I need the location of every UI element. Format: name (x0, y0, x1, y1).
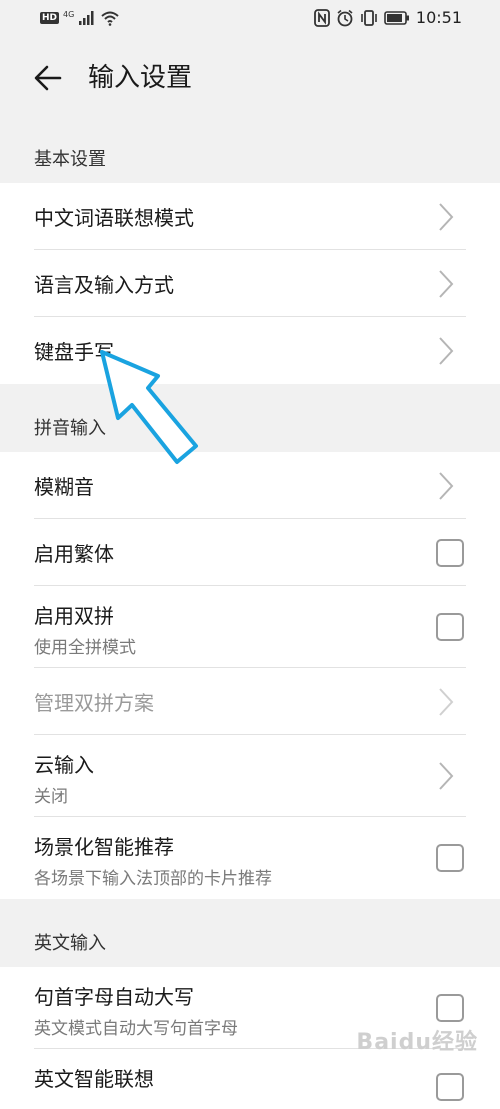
item-label: 启用双拼 (34, 604, 114, 628)
section-header-pinyin: 拼音输入 (0, 384, 500, 452)
item-sublabel: 各场景下输入法顶部的卡片推荐 (34, 869, 272, 889)
list-item-scene-recommend[interactable]: 场景化智能推荐 各场景下输入法顶部的卡片推荐 (0, 817, 500, 899)
vibrate-icon (361, 9, 377, 26)
list-item-cloud-input[interactable]: 云输入 关闭 (0, 735, 500, 817)
item-label: 启用繁体 (34, 542, 114, 566)
traditional-checkbox[interactable] (436, 539, 464, 567)
network-type: 4G (63, 9, 75, 19)
chevron-right-icon (439, 337, 454, 365)
item-label: 场景化智能推荐 (34, 835, 174, 859)
chevron-right-icon (439, 472, 454, 500)
chevron-right-icon (439, 762, 454, 790)
item-label: 键盘手写 (34, 340, 114, 364)
item-label: 模糊音 (34, 475, 94, 499)
item-sublabel: 英文模式自动大写句首字母 (34, 1019, 238, 1039)
item-label: 中文词语联想模式 (34, 206, 194, 230)
page-title: 输入设置 (88, 63, 193, 93)
nfc-icon (313, 8, 330, 27)
section-header-english: 英文输入 (0, 899, 500, 967)
auto-capitalize-checkbox[interactable] (436, 994, 464, 1022)
section-title: 基本设置 (34, 149, 106, 170)
wifi-icon (101, 11, 119, 26)
item-label: 英文智能联想 (34, 1067, 154, 1091)
list-item-fuzzy-pinyin[interactable]: 模糊音 (0, 452, 500, 519)
shuangpin-checkbox[interactable] (436, 613, 464, 641)
arrow-left-icon (34, 65, 62, 91)
item-label: 云输入 (34, 753, 94, 777)
item-label: 语言及输入方式 (34, 273, 174, 297)
list-item-traditional-chinese[interactable]: 启用繁体 (0, 519, 500, 586)
chevron-right-icon (439, 203, 454, 231)
english-association-checkbox[interactable] (436, 1073, 464, 1101)
battery-icon (384, 10, 409, 25)
list-item-english-association[interactable]: 英文智能联想 (0, 1049, 500, 1109)
section-title: 拼音输入 (34, 418, 106, 439)
section-header-basic: 基本设置 (0, 115, 500, 183)
item-label: 句首字母自动大写 (34, 985, 194, 1009)
list-item-chinese-word-association[interactable]: 中文词语联想模式 (0, 183, 500, 250)
list-item-shuangpin[interactable]: 启用双拼 使用全拼模式 (0, 586, 500, 668)
item-sublabel: 关闭 (34, 787, 68, 807)
list-item-language-input-method[interactable]: 语言及输入方式 (0, 250, 500, 317)
app-header: 输入设置 (0, 40, 500, 115)
signal-icon (79, 11, 94, 25)
scene-recommend-checkbox[interactable] (436, 844, 464, 872)
status-bar: HD 4G 10:51 (0, 0, 500, 40)
chevron-right-icon (439, 688, 454, 716)
item-label: 管理双拼方案 (34, 691, 154, 715)
hd-icon: HD (40, 12, 60, 24)
alarm-icon (337, 9, 353, 26)
baidu-watermark: Baidu经验 (356, 1030, 478, 1055)
section-title: 英文输入 (34, 933, 106, 954)
chevron-right-icon (439, 270, 454, 298)
list-item-manage-shuangpin: 管理双拼方案 (0, 668, 500, 735)
status-time: 10:51 (415, 8, 462, 27)
back-button[interactable] (30, 60, 66, 96)
settings-list: 基本设置 中文词语联想模式 语言及输入方式 键盘手写 拼音输入 模糊音 启用繁体… (0, 115, 500, 1109)
list-item-keyboard-handwriting[interactable]: 键盘手写 (0, 317, 500, 384)
item-sublabel: 使用全拼模式 (34, 638, 136, 658)
